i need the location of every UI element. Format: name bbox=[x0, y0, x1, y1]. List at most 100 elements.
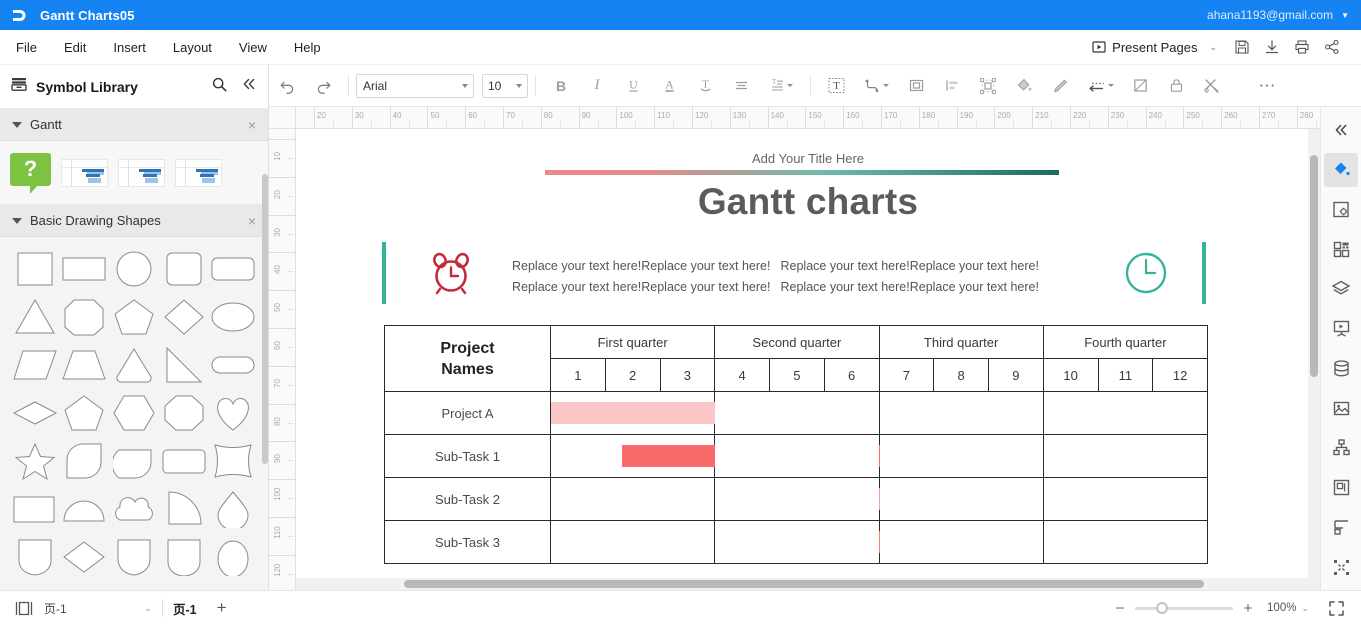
shape-rounded-square[interactable] bbox=[159, 245, 209, 292]
menu-item-view[interactable]: View bbox=[228, 36, 278, 59]
menu-item-edit[interactable]: Edit bbox=[53, 36, 97, 59]
panel-toggle-icon[interactable] bbox=[10, 596, 38, 620]
presentation-icon[interactable] bbox=[1324, 312, 1358, 346]
gantt-cell[interactable] bbox=[878, 391, 1044, 435]
org-chart-icon[interactable] bbox=[1324, 431, 1358, 465]
task-name-cell[interactable]: Sub-Task 1 bbox=[384, 434, 551, 478]
shape-shield-2[interactable] bbox=[109, 533, 159, 580]
gantt-cell[interactable] bbox=[549, 520, 1014, 564]
fullscreen-icon[interactable] bbox=[1325, 597, 1347, 619]
present-pages-button[interactable]: Present Pages bbox=[1086, 37, 1203, 58]
shape-rounded-rect-2[interactable] bbox=[159, 437, 209, 484]
task-name-cell[interactable]: Sub-Task 3 bbox=[384, 520, 551, 564]
account-menu[interactable]: ahana1193@gmail.com ▼ bbox=[1207, 8, 1349, 22]
gantt-cell[interactable] bbox=[1042, 434, 1209, 478]
table-row[interactable]: Sub-Task 1 bbox=[384, 434, 1209, 478]
sidebar-scrollbar-thumb[interactable] bbox=[262, 174, 268, 464]
page-title[interactable]: Gantt charts bbox=[296, 181, 1320, 223]
gantt-cell[interactable] bbox=[878, 434, 1044, 478]
bold-button[interactable]: B bbox=[546, 72, 576, 100]
table-row[interactable]: Project A bbox=[384, 391, 1209, 435]
gantt-cell[interactable] bbox=[714, 391, 880, 435]
add-page-button[interactable]: + bbox=[209, 596, 235, 620]
shape-octagon-square[interactable] bbox=[60, 293, 110, 340]
fill-bucket-icon[interactable] bbox=[1324, 152, 1358, 187]
shape-quarter-circle[interactable] bbox=[159, 485, 209, 532]
shape-heart[interactable] bbox=[208, 389, 258, 436]
group-icon[interactable] bbox=[973, 72, 1003, 100]
zoom-slider[interactable] bbox=[1135, 597, 1234, 619]
present-chevron-down-icon[interactable]: ⌄ bbox=[1203, 42, 1227, 53]
canvas-vertical-scrollbar-thumb[interactable] bbox=[1310, 155, 1318, 377]
canvas-vertical-scrollbar[interactable] bbox=[1308, 129, 1320, 578]
shape-quarter-round-square[interactable] bbox=[60, 437, 110, 484]
gantt-cell[interactable] bbox=[549, 434, 954, 478]
redo-icon[interactable] bbox=[308, 72, 338, 100]
fill-bucket-icon[interactable] bbox=[1009, 72, 1039, 100]
line-style-icon[interactable] bbox=[1081, 72, 1119, 100]
arrange-icon[interactable] bbox=[1324, 511, 1358, 545]
task-name-cell[interactable]: Project A bbox=[384, 391, 551, 435]
shape-rectangle-2[interactable] bbox=[10, 485, 60, 532]
help-badge[interactable]: ? bbox=[10, 152, 51, 194]
table-row[interactable]: Sub-Task 3 bbox=[384, 520, 1209, 564]
align-icon[interactable] bbox=[726, 72, 756, 100]
shape-concave-square[interactable] bbox=[208, 437, 258, 484]
gantt-cell[interactable] bbox=[714, 520, 880, 564]
print-icon[interactable] bbox=[1287, 35, 1317, 59]
document-page[interactable]: Add Your Title Here Gantt charts Replace… bbox=[296, 129, 1320, 590]
chevron-down-icon[interactable]: ⌄ bbox=[1301, 603, 1309, 614]
lock-icon[interactable] bbox=[1161, 72, 1191, 100]
layout-icon[interactable] bbox=[901, 72, 931, 100]
menu-item-help[interactable]: Help bbox=[283, 36, 332, 59]
sidebar-section-gantt[interactable]: Gantt × bbox=[0, 109, 268, 141]
shape-right-triangle[interactable] bbox=[159, 341, 209, 388]
collapse-right-icon[interactable] bbox=[1324, 113, 1358, 147]
gantt-cell[interactable] bbox=[1042, 391, 1209, 435]
search-icon[interactable] bbox=[211, 76, 228, 98]
shape-icon[interactable] bbox=[1125, 72, 1155, 100]
font-color-button[interactable]: A bbox=[654, 72, 684, 100]
gantt-cell[interactable] bbox=[878, 477, 1044, 521]
shape-pentagon-2[interactable] bbox=[60, 389, 110, 436]
connector-icon[interactable] bbox=[857, 72, 895, 100]
more-options-button[interactable]: ⋯ bbox=[1252, 72, 1282, 100]
database-icon[interactable] bbox=[1324, 352, 1358, 386]
gantt-cell[interactable] bbox=[714, 434, 880, 478]
canvas-horizontal-scrollbar[interactable] bbox=[296, 578, 1320, 590]
gantt-cell[interactable] bbox=[549, 391, 747, 435]
table-row[interactable]: Sub-Task 2 bbox=[384, 477, 1209, 521]
shape-rhombus[interactable] bbox=[60, 533, 110, 580]
shape-pentagon[interactable] bbox=[109, 293, 159, 340]
info-band-text[interactable]: Replace your text here!Replace your text… bbox=[512, 256, 1092, 298]
gantt-cell[interactable] bbox=[1042, 477, 1209, 521]
image-icon[interactable] bbox=[1324, 391, 1358, 425]
font-size-select[interactable]: 10 bbox=[482, 73, 528, 98]
textbox-icon[interactable]: T bbox=[821, 72, 851, 100]
layers-icon[interactable] bbox=[1324, 272, 1358, 306]
zoom-level-label[interactable]: 100% bbox=[1267, 602, 1296, 614]
distribute-icon[interactable] bbox=[1324, 550, 1358, 584]
gantt-thumbnail-1[interactable] bbox=[61, 158, 108, 187]
shape-egg[interactable] bbox=[208, 533, 258, 580]
gantt-cell[interactable] bbox=[1042, 520, 1209, 564]
download-icon[interactable] bbox=[1257, 35, 1287, 59]
gantt-thumbnail-3[interactable] bbox=[175, 158, 222, 187]
gantt-thumbnail-2[interactable] bbox=[118, 158, 165, 187]
page-tab[interactable]: 页-1 bbox=[173, 599, 197, 618]
shape-cloud[interactable] bbox=[109, 485, 159, 532]
sidebar-section-basic-drawing-shapes[interactable]: Basic Drawing Shapes × bbox=[0, 205, 268, 237]
tools-icon[interactable] bbox=[1197, 72, 1227, 100]
shape-flat-diamond[interactable] bbox=[10, 389, 60, 436]
shape-rectangle[interactable] bbox=[60, 245, 110, 292]
shape-parallelogram[interactable] bbox=[10, 341, 60, 388]
apps-grid-icon[interactable] bbox=[1324, 232, 1358, 266]
shape-octagon[interactable] bbox=[159, 389, 209, 436]
page-subtitle[interactable]: Add Your Title Here bbox=[296, 151, 1320, 166]
task-name-cell[interactable]: Sub-Task 2 bbox=[384, 477, 551, 521]
canvas-area[interactable]: Add Your Title Here Gantt charts Replace… bbox=[296, 129, 1320, 590]
shape-triangle[interactable] bbox=[10, 293, 60, 340]
gantt-table[interactable]: Project Names First quarter Second quarte… bbox=[384, 325, 1209, 564]
shape-diamond[interactable] bbox=[159, 293, 209, 340]
shape-square[interactable] bbox=[10, 245, 60, 292]
